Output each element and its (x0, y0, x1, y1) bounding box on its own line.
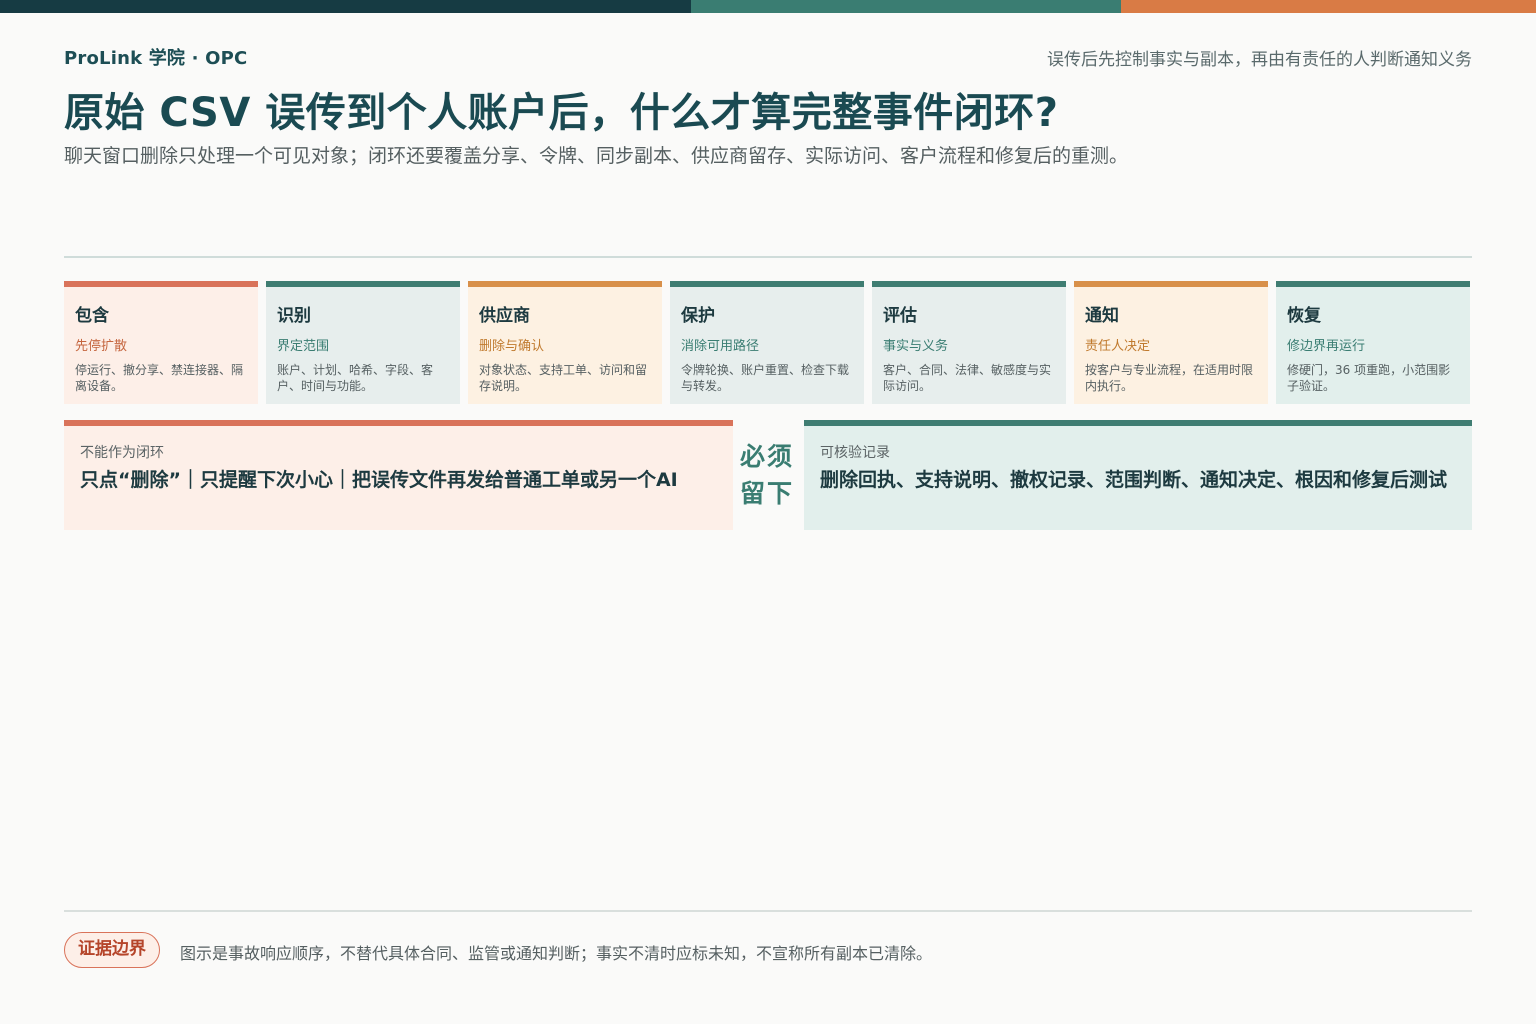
step-assess: 评估 事实与义务 客户、合同、法律、敏感度与实际访问。 (872, 281, 1066, 404)
step-subtitle: 删除与确认 (479, 339, 545, 354)
step-title: 供应商 (479, 306, 530, 326)
step-description: 修硬门，36 项重跑，小范围影子验证。 (1287, 363, 1451, 393)
page-subtitle: 聊天窗口删除只处理一个可见对象；闭环还要覆盖分享、令牌、同步副本、供应商留存、实… (64, 145, 1129, 167)
not-closure-box: 不能作为闭环 只点“删除”｜只提醒下次小心｜把误传文件再发给普通工单或另一个AI (64, 420, 733, 530)
step-title: 包含 (75, 306, 109, 326)
footer-note: 图示是事故响应顺序，不替代具体合同、监管或通知判断；事实不清时应标未知，不宣称所… (180, 944, 933, 963)
step-contain: 包含 先停扩散 停运行、撤分享、禁连接器、隔离设备。 (64, 281, 258, 404)
not-closure-label: 不能作为闭环 (80, 445, 164, 461)
page-title: 原始 CSV 误传到个人账户后，什么才算完整事件闭环? (64, 90, 1059, 136)
step-description: 对象状态、支持工单、访问和留存说明。 (479, 363, 648, 393)
step-subtitle: 界定范围 (277, 339, 330, 354)
step-description: 按客户与专业流程，在适用时限内执行。 (1085, 363, 1254, 393)
header-tagline: 误传后先控制事实与副本，再由有责任的人判断通知义务 (1047, 50, 1472, 70)
top-bar-segment-orange (1121, 0, 1536, 13)
step-subtitle: 责任人决定 (1085, 339, 1151, 354)
step-description: 账户、计划、哈希、字段、客户、时间与功能。 (277, 363, 434, 393)
evidence-boundary-badge: 证据边界 (64, 932, 160, 968)
top-color-bar (0, 0, 1536, 13)
step-identify: 识别 界定范围 账户、计划、哈希、字段、客户、时间与功能。 (266, 281, 460, 404)
step-vendor: 供应商 删除与确认 对象状态、支持工单、访问和留存说明。 (468, 281, 662, 404)
brand-label: ProLink 学院 · OPC (64, 48, 248, 69)
step-title: 通知 (1085, 306, 1119, 326)
step-protect: 保护 消除可用路径 令牌轮换、账户重置、检查下载与转发。 (670, 281, 864, 404)
step-title: 评估 (883, 306, 917, 326)
verifiable-records-box: 可核验记录 删除回执、支持说明、撤权记录、范围判断、通知决定、根因和修复后测试 (804, 420, 1472, 530)
top-bar-segment-teal (691, 0, 1121, 13)
verifiable-records-text: 删除回执、支持说明、撤权记录、范围判断、通知决定、根因和修复后测试 (820, 469, 1448, 491)
step-title: 恢复 (1287, 306, 1321, 326)
step-description: 令牌轮换、账户重置、检查下载与转发。 (681, 363, 850, 393)
step-subtitle: 修边界再运行 (1287, 339, 1366, 354)
must-keep-label: 必须留下 (740, 442, 795, 508)
step-title: 保护 (681, 306, 715, 326)
step-subtitle: 消除可用路径 (681, 339, 760, 354)
verifiable-records-label: 可核验记录 (820, 445, 890, 461)
top-divider (64, 256, 1472, 258)
step-subtitle: 事实与义务 (883, 339, 949, 354)
step-description: 停运行、撤分享、禁连接器、隔离设备。 (75, 363, 244, 393)
step-title: 识别 (277, 306, 311, 326)
step-notify: 通知 责任人决定 按客户与专业流程，在适用时限内执行。 (1074, 281, 1268, 404)
bottom-divider (64, 910, 1472, 912)
step-description: 客户、合同、法律、敏感度与实际访问。 (883, 363, 1052, 393)
not-closure-text: 只点“删除”｜只提醒下次小心｜把误传文件再发给普通工单或另一个AI (80, 469, 678, 491)
step-recover: 恢复 修边界再运行 修硬门，36 项重跑，小范围影子验证。 (1276, 281, 1470, 404)
process-steps: 包含 先停扩散 停运行、撤分享、禁连接器、隔离设备。 识别 界定范围 账户、计划… (64, 281, 1472, 404)
top-bar-segment-dark (0, 0, 691, 13)
step-subtitle: 先停扩散 (75, 339, 128, 354)
